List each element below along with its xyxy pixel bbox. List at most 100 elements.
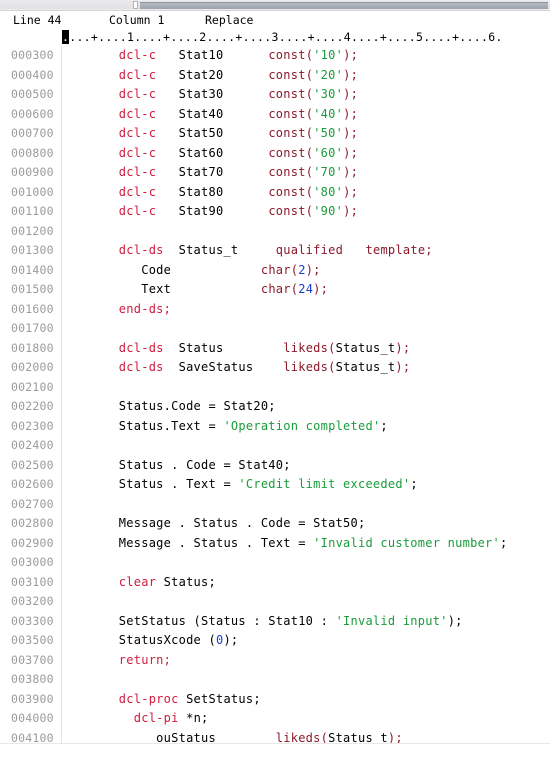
code-token-id: Status . Text = [118,477,239,491]
code-line[interactable]: 001000 dcl-c Stat80 const('80'); [0,183,550,203]
code-line-text[interactable] [50,378,550,398]
code-token-kw2: const( [268,87,314,101]
code-line[interactable]: 001100 dcl-c Stat90 const('90'); [0,202,550,222]
code-line[interactable]: 000400 dcl-c Stat20 const('20'); [0,66,550,86]
code-line[interactable]: 001500 Text char(24); [0,280,550,300]
code-token-kw2: ); [343,126,359,140]
code-line-text[interactable]: Message . Status . Code = Stat50; [50,514,550,534]
code-viewport[interactable]: 000300 dcl-c Stat10 const('10'); 000400 d… [0,46,550,758]
code-line[interactable]: 003300 SetStatus (Status : Stat10 : 'Inv… [0,612,550,632]
code-line-text[interactable]: end-ds; [50,300,550,320]
code-line[interactable]: 001300 dcl-ds Status_t qualified templat… [0,241,550,261]
code-token-id: Stat60 [178,145,224,160]
code-line[interactable]: 002100 [0,378,550,398]
code-line-text[interactable]: dcl-c Stat10 const('10'); [50,46,550,66]
code-line-text[interactable] [50,592,550,612]
code-line[interactable]: 000800 dcl-c Stat60 const('60'); [0,144,550,164]
code-line-text[interactable]: dcl-proc SetStatus; [50,690,550,710]
code-line-text[interactable]: Message . Status . Text = 'Invalid custo… [50,534,550,554]
code-line-text[interactable]: SetStatus (Status : Stat10 : 'Invalid in… [50,612,550,632]
code-line-list[interactable]: 000300 dcl-c Stat10 const('10'); 000400 d… [0,46,550,758]
code-token-kw2: ); [395,340,411,355]
code-line-text[interactable]: dcl-ds SaveStatus likeds(Status_t); [50,358,550,378]
code-line-text[interactable]: dcl-c Stat70 const('70'); [50,163,550,183]
code-line-text[interactable] [50,436,550,456]
code-line[interactable]: 000500 dcl-c Stat30 const('30'); [0,85,550,105]
code-line-text[interactable] [50,319,550,339]
code-line[interactable]: 002200 Status.Code = Stat20; [0,397,550,417]
code-line-text[interactable]: dcl-pi *n; [50,709,550,729]
code-line-text[interactable]: Status . Code = Stat40; [50,456,550,476]
code-line[interactable]: 002000 dcl-ds SaveStatus likeds(Status_t… [0,358,550,378]
code-line[interactable]: 003500 StatusXcode (0); [0,631,550,651]
sequence-number: 001800 [11,340,54,355]
scrollbar-thumb[interactable] [133,1,138,9]
code-line[interactable]: 001400 Code char(2); [0,261,550,281]
code-line-text[interactable]: return; [50,651,550,671]
code-line[interactable]: 001700 [0,319,550,339]
horizontal-scrollbar[interactable] [0,0,550,11]
code-line[interactable]: 002500 Status . Code = Stat40; [0,456,550,476]
code-line[interactable]: 003800 [0,670,550,690]
code-line[interactable]: 000600 dcl-c Stat40 const('40'); [0,105,550,125]
code-line-text[interactable]: dcl-c Stat30 const('30'); [50,85,550,105]
code-line[interactable]: 003700 return; [0,651,550,671]
code-line-text[interactable]: dcl-c Stat20 const('20'); [50,66,550,86]
code-line[interactable]: 002300 Status.Text = 'Operation complete… [0,417,550,437]
code-line[interactable]: 002800 Message . Status . Code = Stat50; [0,514,550,534]
code-line[interactable]: 001800 dcl-ds Status likeds(Status_t); [0,339,550,359]
code-line[interactable]: 002900 Message . Status . Text = 'Invali… [0,534,550,554]
code-token-kw: dcl-c [118,184,157,199]
status-edit-mode[interactable]: Replace [205,11,253,29]
sequence-number: 001600 [11,301,54,316]
code-line-text[interactable]: dcl-c Stat90 const('90'); [50,202,550,222]
code-line[interactable]: 001600 end-ds; [0,300,550,320]
code-line-text[interactable] [50,222,550,242]
scrollbar-rail[interactable] [140,2,548,9]
code-line-text[interactable]: dcl-c Stat80 const('80'); [50,183,550,203]
code-line[interactable]: 003900 dcl-proc SetStatus; [0,690,550,710]
code-line[interactable]: 000300 dcl-c Stat10 const('10'); [0,46,550,66]
code-token-kw2: ); [313,282,329,296]
code-line-text[interactable]: dcl-ds Status_t qualified template; [50,241,550,261]
code-line-text[interactable] [50,553,550,573]
code-token-num: 2 [298,262,306,277]
code-line-text[interactable] [50,495,550,515]
code-line[interactable]: 003100 clear Status; [0,573,550,593]
code-line[interactable]: 000900 dcl-c Stat70 const('70'); [0,163,550,183]
code-line[interactable]: 000700 dcl-c Stat50 const('50'); [0,124,550,144]
code-line[interactable]: 002400 [0,436,550,456]
code-line-text[interactable] [50,670,550,690]
code-line-text[interactable]: StatusXcode (0); [50,631,550,651]
sequence-number: 004000 [11,711,54,725]
code-line-text[interactable]: Code char(2); [50,261,550,281]
code-line-text[interactable]: Status . Text = 'Credit limit exceeded'; [50,475,550,495]
code-token-id: Stat30 [178,87,224,101]
code-token-kw: dcl-ds [118,360,164,374]
code-line-text[interactable]: dcl-c Stat50 const('50'); [50,124,550,144]
code-line[interactable]: 003200 [0,592,550,612]
code-line-text[interactable]: clear Status; [50,573,550,593]
code-line-text[interactable]: Text char(24); [50,280,550,300]
code-line-text[interactable]: dcl-ds Status likeds(Status_t); [50,339,550,359]
code-line[interactable]: 001200 [0,222,550,242]
code-line[interactable]: 003000 [0,553,550,573]
code-line[interactable]: 002700 [0,495,550,515]
code-token-kw: dcl-c [118,106,157,121]
code-line-text[interactable]: dcl-c Stat40 const('40'); [50,105,550,125]
code-line-text[interactable]: dcl-c Stat60 const('60'); [50,144,550,164]
code-line-text[interactable]: Status.Code = Stat20; [50,397,550,417]
code-line[interactable]: 002600 Status . Text = 'Credit limit exc… [0,475,550,495]
code-token-kw2: char( [260,282,299,296]
code-line-text[interactable]: Status.Text = 'Operation completed'; [50,417,550,437]
sequence-number: 002300 [11,418,54,433]
code-line[interactable]: 004000 dcl-pi *n; [0,709,550,729]
code-token-id: StatusXcode ( [118,633,216,647]
